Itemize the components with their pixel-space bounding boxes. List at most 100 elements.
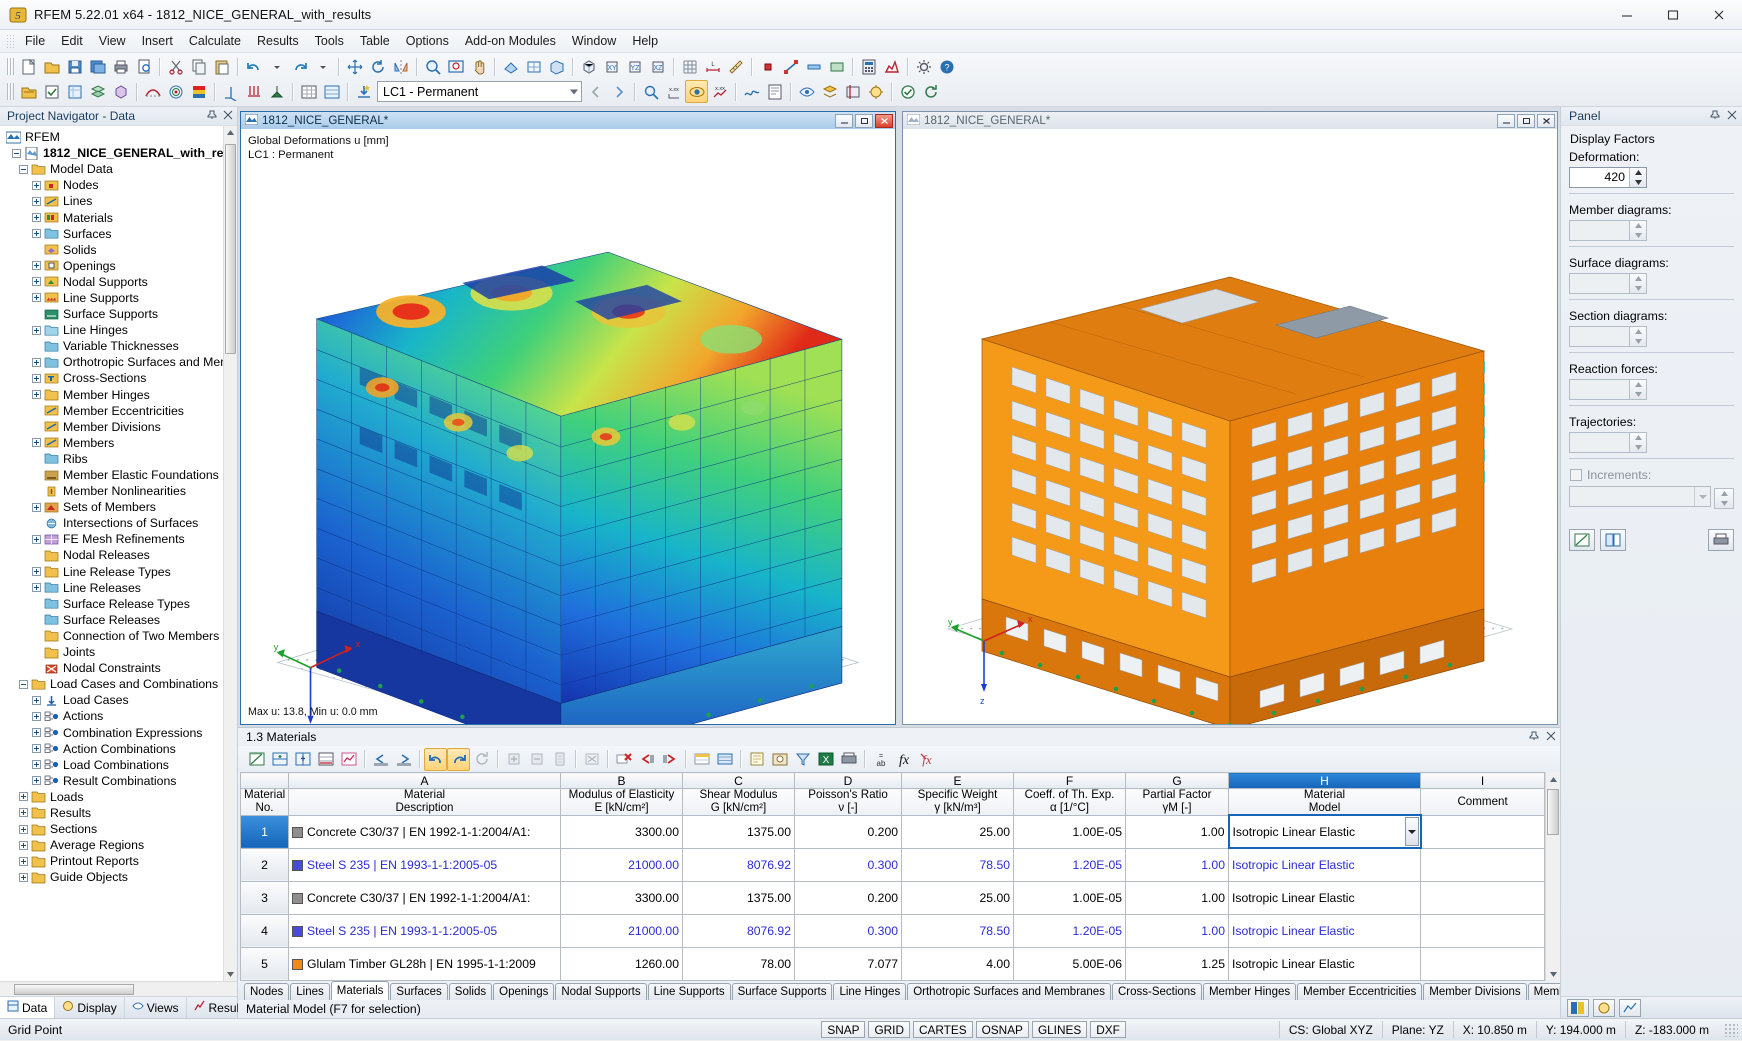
move-left-icon[interactable]: [369, 748, 392, 771]
column-letter-C[interactable]: C: [683, 773, 795, 789]
tree-item-intersections-of-surfaces[interactable]: Intersections of Surfaces: [0, 515, 237, 531]
stepper-down-icon[interactable]: [1715, 499, 1733, 509]
table-tab-lines[interactable]: Lines: [290, 983, 330, 1000]
measure-icon[interactable]: [724, 55, 747, 78]
display-factor-stepper[interactable]: [1569, 326, 1647, 347]
table-row[interactable]: 3Concrete C30/37 | EN 1992-1-1:2004/A1:3…: [241, 881, 1545, 914]
viewport-deformations[interactable]: x y z Global Deformations u [mm] LC1 : P…: [241, 129, 895, 724]
specific-weight-cell[interactable]: 78.50: [902, 848, 1014, 881]
move-right-icon[interactable]: [392, 748, 415, 771]
modulus-of-elasticity-cell[interactable]: 21000.00: [561, 914, 683, 947]
expand-toggle[interactable]: [32, 326, 41, 335]
layers-icon[interactable]: [818, 80, 841, 103]
material-model-cell[interactable]: Isotropic Linear Elastic: [1229, 848, 1421, 881]
save-all-icon[interactable]: [86, 55, 109, 78]
expand-toggle[interactable]: [32, 696, 41, 705]
tree-item-member-elastic-foundations[interactable]: Member Elastic Foundations: [0, 467, 237, 483]
navigator-tab-data[interactable]: Data: [0, 997, 55, 1018]
status-toggle-glines[interactable]: GLINES: [1032, 1021, 1087, 1038]
pin-icon[interactable]: [1710, 109, 1720, 123]
tree-item-nodal-releases[interactable]: Nodal Releases: [0, 547, 237, 563]
tree-item-variable-thicknesses[interactable]: Variable Thicknesses: [0, 338, 237, 354]
poissons-ratio-cell[interactable]: 7.077: [795, 947, 902, 980]
display-factor-value[interactable]: [1570, 274, 1629, 293]
menu-tools[interactable]: Tools: [307, 31, 352, 51]
row-number[interactable]: 4: [241, 914, 289, 947]
load-case-combo[interactable]: LC1 - Permanent: [377, 81, 582, 102]
edit-cell-icon[interactable]: [245, 748, 268, 771]
tree-item-member-hinges[interactable]: Member Hinges: [0, 387, 237, 403]
table-tab-cross-sections[interactable]: Cross-Sections: [1112, 983, 1202, 1000]
tree-item-line-supports[interactable]: Line Supports: [0, 290, 237, 306]
table-row[interactable]: 2Steel S 235 | EN 1993-1-1:2005-0521000.…: [241, 848, 1545, 881]
panel-diagram-icon[interactable]: [1619, 999, 1641, 1017]
tree-item-surface-supports[interactable]: Surface Supports: [0, 306, 237, 322]
stepper-up-icon[interactable]: [1630, 327, 1646, 337]
redo-icon[interactable]: [288, 55, 311, 78]
tree-item-ribs[interactable]: Ribs: [0, 451, 237, 467]
loads-display-icon[interactable]: [242, 80, 265, 103]
poissons-ratio-cell[interactable]: 0.300: [795, 848, 902, 881]
stepper-up-icon[interactable]: [1715, 489, 1733, 499]
table-tab-line-supports[interactable]: Line Supports: [648, 983, 731, 1000]
tree-item-surfaces[interactable]: Surfaces: [0, 226, 237, 242]
material-description-cell[interactable]: Concrete C30/37 | EN 1992-1-1:2004/A1:: [289, 881, 561, 914]
material-model-cell[interactable]: Isotropic Linear Elastic: [1229, 947, 1421, 980]
material-description-cell[interactable]: Steel S 235 | EN 1993-1-1:2005-05: [289, 914, 561, 947]
display-factor-value[interactable]: [1570, 380, 1629, 399]
materials-grid[interactable]: ABCDEFGHI MaterialNo.MaterialDescription…: [240, 772, 1560, 981]
table-refresh-icon[interactable]: [470, 748, 493, 771]
clear-cells-icon[interactable]: [580, 748, 603, 771]
tree-item-result-combinations[interactable]: Result Combinations: [0, 773, 237, 789]
expand-toggle[interactable]: [19, 841, 28, 850]
menu-table[interactable]: Table: [352, 31, 398, 51]
row-number[interactable]: 2: [241, 848, 289, 881]
increments-row[interactable]: Increments:: [1570, 468, 1734, 482]
specific-weight-cell[interactable]: 4.00: [902, 947, 1014, 980]
member-insert-icon[interactable]: [802, 55, 825, 78]
cut-icon[interactable]: [164, 55, 187, 78]
tree-item-load-combinations[interactable]: Load Combinations: [0, 757, 237, 773]
surface-insert-icon[interactable]: [825, 55, 848, 78]
menu-calculate[interactable]: Calculate: [181, 31, 249, 51]
open-project-icon[interactable]: [17, 80, 40, 103]
calculate-icon[interactable]: [857, 55, 880, 78]
table-show-icon[interactable]: [297, 80, 320, 103]
partial-factor-cell[interactable]: 1.25: [1126, 947, 1229, 980]
expand-toggle[interactable]: [32, 776, 41, 785]
table-tab-surface-supports[interactable]: Surface Supports: [732, 983, 833, 1000]
insert-row-icon[interactable]: [268, 748, 291, 771]
close-icon[interactable]: [1727, 109, 1737, 123]
expand-toggle[interactable]: [32, 567, 41, 576]
expand-toggle[interactable]: [32, 390, 41, 399]
display-factor-stepper[interactable]: [1569, 273, 1647, 294]
panel-settings-button[interactable]: [1600, 529, 1626, 551]
menu-insert[interactable]: Insert: [134, 31, 181, 51]
results-icon[interactable]: [880, 55, 903, 78]
zoom-window-icon[interactable]: [421, 55, 444, 78]
status-toggle-snap[interactable]: SNAP: [821, 1021, 865, 1038]
print-icon[interactable]: [109, 55, 132, 78]
rotate-icon[interactable]: [366, 55, 389, 78]
stepper-up-icon[interactable]: [1630, 433, 1646, 443]
scroll-down-icon[interactable]: [1546, 966, 1560, 981]
stepper-down-icon[interactable]: [1630, 178, 1646, 188]
modulus-of-elasticity-cell[interactable]: 3300.00: [561, 815, 683, 848]
load-case-select-icon[interactable]: [352, 80, 375, 103]
tree-item-joints[interactable]: Joints: [0, 644, 237, 660]
status-toggle-osnap[interactable]: OSNAP: [976, 1021, 1029, 1038]
chevron-down-icon[interactable]: [1405, 817, 1419, 846]
wireframe-icon[interactable]: [522, 55, 545, 78]
table-grid-icon[interactable]: [320, 80, 343, 103]
modulus-of-elasticity-cell[interactable]: 3300.00: [561, 881, 683, 914]
remove-row-icon[interactable]: [525, 748, 548, 771]
expand-toggle[interactable]: [32, 583, 41, 592]
tree-root-rfem[interactable]: RFEM: [0, 129, 237, 145]
partial-factor-cell[interactable]: 1.00: [1126, 848, 1229, 881]
open-file-icon[interactable]: [40, 55, 63, 78]
menu-edit[interactable]: Edit: [53, 31, 91, 51]
move-icon[interactable]: [343, 55, 366, 78]
clip-plane-icon[interactable]: [841, 80, 864, 103]
tree-item-orthotropic-surfaces-and-mem[interactable]: Orthotropic Surfaces and Mem: [0, 354, 237, 370]
stepper-down-icon[interactable]: [1630, 390, 1646, 400]
